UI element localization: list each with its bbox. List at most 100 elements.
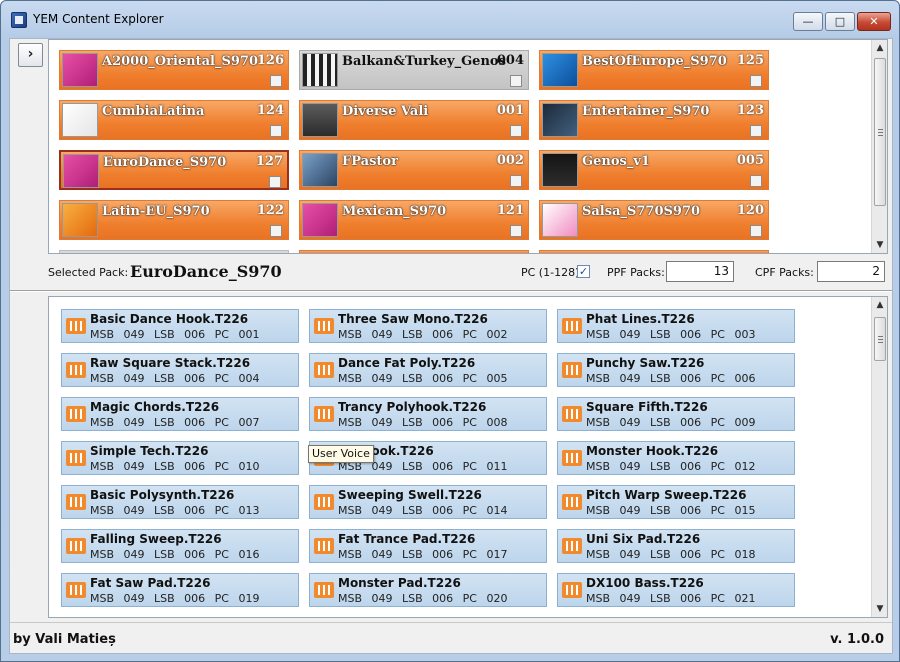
pack-tile[interactable]: Mexican_S970 121 — [299, 200, 529, 240]
voice-tile[interactable]: Basic Dance Hook.T226 MSB 049 LSB 006 PC … — [61, 309, 299, 343]
voice-tile[interactable]: Trancy Polyhook.T226 MSB 049 LSB 006 PC 0… — [309, 397, 547, 431]
pack-tile[interactable]: BestOfEurope_S970 125 — [539, 50, 769, 90]
voice-params: MSB 049 LSB 006 PC 009 — [586, 416, 756, 429]
voice-tile[interactable]: Punchy Saw.T226 MSB 049 LSB 006 PC 006 — [557, 353, 795, 387]
pack-tile-partial[interactable] — [299, 250, 529, 253]
pack-name: Mexican_S970 — [342, 204, 447, 219]
pack-tile[interactable]: EuroDance_S970 127 — [59, 150, 289, 190]
pc-label: PC (1-128) — [521, 266, 580, 279]
selected-pack-bar: Selected Pack: EuroDance_S970 PC (1-128)… — [10, 257, 892, 289]
pack-tile[interactable]: Genos_v1 005 — [539, 150, 769, 190]
voice-tile[interactable]: Square Fifth.T226 MSB 049 LSB 006 PC 009 — [557, 397, 795, 431]
pack-thumbnail — [62, 53, 98, 87]
splitter[interactable] — [10, 290, 892, 292]
scroll-down-arrow-icon[interactable]: ▼ — [872, 237, 887, 253]
voice-tile[interactable]: Raw Square Stack.T226 MSB 049 LSB 006 PC … — [61, 353, 299, 387]
pack-number: 123 — [736, 103, 764, 118]
voice-name: Monster Hook.T226 — [586, 444, 719, 458]
voice-tile[interactable]: Falling Sweep.T226 MSB 049 LSB 006 PC 016 — [61, 529, 299, 563]
voice-tile[interactable]: Basic Polysynth.T226 MSB 049 LSB 006 PC 0… — [61, 485, 299, 519]
pack-thumbnail — [302, 53, 338, 87]
pack-checkbox[interactable] — [750, 75, 762, 87]
pack-number: 125 — [736, 53, 764, 68]
ppf-label: PPF Packs: — [607, 266, 665, 279]
keyboard-icon — [562, 406, 582, 422]
keyboard-icon — [66, 538, 86, 554]
voice-tile[interactable]: Magic Chords.T226 MSB 049 LSB 006 PC 007 — [61, 397, 299, 431]
pack-tile[interactable]: FPastor 002 — [299, 150, 529, 190]
pack-thumbnail — [302, 103, 338, 137]
voice-scrollbar[interactable]: ▲ ▼ — [871, 297, 887, 617]
pack-number: 120 — [736, 203, 764, 218]
pack-checkbox[interactable] — [750, 125, 762, 137]
pack-tile[interactable]: Diverse Vali 001 — [299, 100, 529, 140]
pack-number: 127 — [255, 154, 283, 169]
pack-number: 004 — [496, 53, 524, 68]
voice-params: MSB 049 LSB 006 PC 004 — [90, 372, 260, 385]
title-bar[interactable]: YEM Content Explorer — □ ✕ — [1, 1, 899, 37]
pack-thumbnail — [302, 153, 338, 187]
scroll-up-arrow-icon[interactable]: ▲ — [872, 40, 887, 56]
scroll-up-arrow-icon[interactable]: ▲ — [872, 297, 887, 313]
pack-checkbox[interactable] — [269, 176, 281, 188]
pack-tile-partial[interactable] — [539, 250, 769, 253]
pack-checkbox[interactable] — [750, 175, 762, 187]
voice-tile[interactable]: Phat Lines.T226 MSB 049 LSB 006 PC 003 — [557, 309, 795, 343]
keyboard-icon — [314, 538, 334, 554]
voice-tile[interactable]: Three Saw Mono.T226 MSB 049 LSB 006 PC 00… — [309, 309, 547, 343]
voice-tile[interactable]: Pitch Warp Sweep.T226 MSB 049 LSB 006 PC … — [557, 485, 795, 519]
voice-tile[interactable]: Fat Trance Pad.T226 MSB 049 LSB 006 PC 01… — [309, 529, 547, 563]
pack-checkbox[interactable] — [270, 75, 282, 87]
voice-tile[interactable]: Sweeping Swell.T226 MSB 049 LSB 006 PC 01… — [309, 485, 547, 519]
voice-params: MSB 049 LSB 006 PC 007 — [90, 416, 260, 429]
voice-tile[interactable]: Uni Six Pad.T226 MSB 049 LSB 006 PC 018 — [557, 529, 795, 563]
voice-name: Falling Sweep.T226 — [90, 532, 222, 546]
pack-checkbox[interactable] — [270, 225, 282, 237]
voice-params: MSB 049 LSB 006 PC 012 — [586, 460, 756, 473]
maximize-button[interactable]: □ — [825, 12, 855, 31]
pack-tile[interactable]: CumbiaLatina 124 — [59, 100, 289, 140]
pack-checkbox[interactable] — [510, 175, 522, 187]
pack-checkbox[interactable] — [750, 225, 762, 237]
voice-tile[interactable]: Fat Saw Pad.T226 MSB 049 LSB 006 PC 019 — [61, 573, 299, 607]
app-window: YEM Content Explorer — □ ✕ › ▲ ▼ A2000_O… — [0, 0, 900, 662]
scroll-thumb[interactable] — [874, 317, 886, 361]
pack-checkbox[interactable] — [510, 75, 522, 87]
pack-tile[interactable]: Entertainer_S970 123 — [539, 100, 769, 140]
pack-tile[interactable]: Balkan&Turkey_Genos 004 — [299, 50, 529, 90]
pack-checkbox[interactable] — [270, 125, 282, 137]
pack-tile-partial[interactable] — [59, 250, 289, 253]
pack-tile[interactable]: Latin-EU_S970 122 — [59, 200, 289, 240]
voice-params: MSB 049 LSB 006 PC 015 — [586, 504, 756, 517]
ppf-packs-field[interactable]: 13 — [666, 261, 734, 282]
pc-checkbox[interactable]: ✓ — [577, 265, 590, 278]
voice-params: MSB 049 LSB 006 PC 020 — [338, 592, 508, 605]
scroll-down-arrow-icon[interactable]: ▼ — [872, 601, 887, 617]
pack-thumbnail — [62, 103, 98, 137]
voice-tile[interactable]: Monster Pad.T226 MSB 049 LSB 006 PC 020 — [309, 573, 547, 607]
voice-tile[interactable]: Dance Fat Poly.T226 MSB 049 LSB 006 PC 00… — [309, 353, 547, 387]
keyboard-icon — [66, 318, 86, 334]
minimize-button[interactable]: — — [793, 12, 823, 31]
pack-number: 124 — [256, 103, 284, 118]
scroll-thumb[interactable] — [874, 58, 886, 206]
keyboard-icon — [562, 494, 582, 510]
cpf-packs-field[interactable]: 2 — [817, 261, 885, 282]
voice-tile[interactable]: Simple Tech.T226 MSB 049 LSB 006 PC 010 — [61, 441, 299, 475]
pack-thumbnail — [63, 154, 99, 188]
pack-name: EuroDance_S970 — [103, 155, 227, 170]
voice-tile[interactable]: DX100 Bass.T226 MSB 049 LSB 006 PC 021 — [557, 573, 795, 607]
keyboard-icon — [66, 450, 86, 466]
pack-checkbox[interactable] — [510, 225, 522, 237]
pack-scrollbar[interactable]: ▲ ▼ — [871, 40, 887, 253]
pack-tile[interactable]: A2000_Oriental_S970 126 — [59, 50, 289, 90]
voice-tile[interactable]: Monster Hook.T226 MSB 049 LSB 006 PC 012 — [557, 441, 795, 475]
pack-checkbox[interactable] — [510, 125, 522, 137]
chevron-right-icon[interactable]: › — [18, 43, 43, 67]
voice-name: Uni Six Pad.T226 — [586, 532, 701, 546]
keyboard-icon — [562, 538, 582, 554]
pack-tile[interactable]: Salsa_S770S970 120 — [539, 200, 769, 240]
keyboard-icon — [562, 318, 582, 334]
close-button[interactable]: ✕ — [857, 12, 891, 31]
window-title: YEM Content Explorer — [33, 12, 164, 26]
